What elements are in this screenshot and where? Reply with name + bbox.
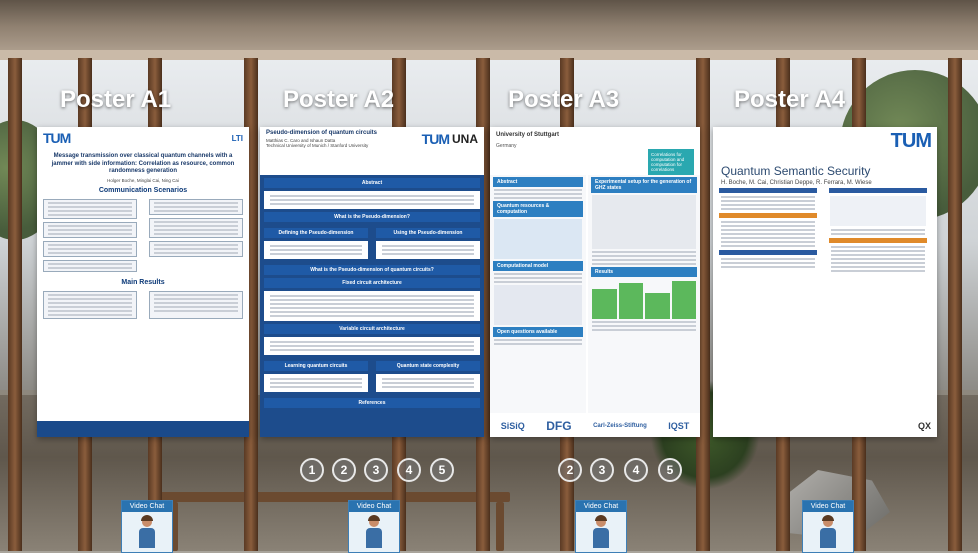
poster-a4-title: Quantum Semantic Security (721, 164, 871, 178)
diagram (830, 196, 926, 226)
poster-a2-affiliation: Technical University of Munich / Stanfor… (266, 142, 369, 148)
poster-a1-authors: Holger Boche, Minglai Cai, Ning Cai (107, 177, 179, 183)
avatar (819, 515, 837, 551)
content-box (149, 240, 243, 257)
bench (160, 492, 510, 502)
poster-a1[interactable]: TUM LTI Message transmission over classi… (37, 127, 249, 437)
page-1-button[interactable]: 1 (300, 458, 324, 482)
section-header: What is the Pseudo-dimension? (264, 212, 480, 222)
section-header: References (264, 398, 480, 408)
avatar (365, 515, 383, 551)
results-chart (592, 279, 696, 319)
section-header: Learning quantum circuits (264, 361, 368, 371)
iqst-logo: IQST (668, 421, 690, 431)
page-3-button[interactable]: 3 (364, 458, 388, 482)
content-box (43, 240, 137, 257)
poster-a3-logos: SiSiQ DFG Carl-Zeiss-Stiftung IQST (490, 415, 700, 437)
poster-a2-title: Pseudo-dimension of quantum circuits (266, 130, 378, 136)
video-chat-label: Video Chat (122, 501, 172, 512)
section-header: What is the Pseudo-dimension of quantum … (264, 265, 480, 275)
dfg-logo: DFG (546, 419, 572, 433)
carl-zeiss-logo: Carl-Zeiss-Stiftung (593, 423, 647, 429)
diagram (494, 285, 582, 325)
tum-logo: TUM (43, 130, 71, 146)
tum-logo: TUM (890, 130, 932, 152)
section-header: Variable circuit architecture (264, 324, 480, 334)
video-chat-button[interactable]: Video Chat (802, 500, 854, 553)
una-logo: UNA (452, 131, 478, 146)
section-header: Defining the Pseudo-dimension (264, 228, 368, 238)
lti-logo: LTI (231, 133, 243, 143)
content-box (43, 221, 137, 238)
section-header: Open questions available (493, 327, 583, 337)
content-box (43, 259, 137, 272)
avatar (592, 515, 610, 551)
video-chat-button[interactable]: Video Chat (121, 500, 173, 553)
poster-label-a1: Poster A1 (60, 86, 172, 113)
video-chat-label: Video Chat (349, 501, 399, 512)
page-5-button[interactable]: 5 (430, 458, 454, 482)
section-header: Fixed circuit architecture (264, 278, 480, 288)
poster-a1-section: Main Results (121, 278, 165, 286)
content-box (149, 198, 243, 215)
video-chat-button[interactable]: Video Chat (348, 500, 400, 553)
content-box (149, 217, 243, 238)
video-chat-button[interactable]: Video Chat (575, 500, 627, 553)
university-name: University of Stuttgart (496, 132, 560, 138)
page-2-button[interactable]: 2 (558, 458, 582, 482)
poster-a1-title: Message transmission over classical quan… (51, 153, 235, 174)
qx-logo: QX (917, 421, 931, 431)
sisiq-logo: SiSiQ (500, 421, 525, 431)
section-header: Experimental setup for the generation of… (591, 177, 697, 193)
content-box (43, 290, 137, 319)
wood-beam (8, 58, 22, 551)
poster-a3[interactable]: University of Stuttgart Germany Correlat… (490, 127, 700, 437)
poster-a2[interactable]: Pseudo-dimension of quantum circuits Mat… (260, 127, 484, 437)
diagram (494, 219, 582, 259)
poster-label-a3: Poster A3 (508, 86, 620, 113)
wood-beam (948, 58, 962, 551)
poster-label-a4: Poster A4 (734, 86, 846, 113)
bench (496, 502, 504, 551)
page-2-button[interactable]: 2 (332, 458, 356, 482)
section-header: Abstract (493, 177, 583, 187)
content-box (149, 290, 243, 319)
page-3-button[interactable]: 3 (590, 458, 614, 482)
poster-a1-footer (37, 421, 249, 437)
section-header: Quantum resources & computation (493, 201, 583, 217)
tum-logo: TUM (421, 130, 450, 147)
avatar (138, 515, 156, 551)
section-header: Quantum state complexity (376, 361, 480, 371)
page-4-button[interactable]: 4 (397, 458, 421, 482)
poster-a4[interactable]: TUM Quantum Semantic Security H. Boche, … (713, 127, 937, 437)
video-chat-label: Video Chat (803, 501, 853, 512)
poster-label-a2: Poster A2 (283, 86, 395, 113)
poster-a1-section: Communication Scenarios (98, 186, 188, 194)
section-header: Using the Pseudo-dimension (376, 228, 480, 238)
content-box (43, 198, 137, 219)
section-header: Results (591, 267, 697, 277)
page-4-button[interactable]: 4 (624, 458, 648, 482)
setup-image (592, 195, 696, 249)
section-header: Abstract (264, 178, 480, 188)
video-chat-label: Video Chat (576, 501, 626, 512)
section-header: Computational model (493, 261, 583, 271)
page-5-button[interactable]: 5 (658, 458, 682, 482)
